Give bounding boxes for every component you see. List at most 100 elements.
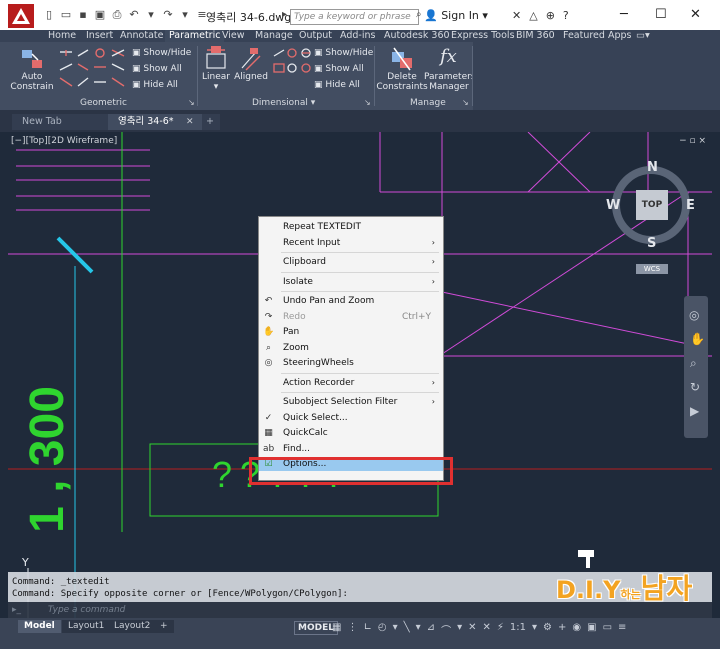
tab-bim-360[interactable]: BIM 360 [516, 30, 555, 42]
tab-add-ins[interactable]: Add-ins [340, 30, 375, 42]
panel-expand-icon[interactable]: ↘ [462, 98, 469, 107]
menu-item-clipboard[interactable]: Clipboard › [259, 255, 443, 269]
auto-constrain-icon[interactable] [20, 46, 46, 72]
app-menu-button[interactable] [8, 4, 34, 28]
polar-icon[interactable]: ◴ [378, 622, 387, 637]
tab-featured-apps[interactable]: Featured Apps [563, 30, 631, 42]
ortho-icon[interactable]: ∟ [363, 622, 371, 637]
search-input[interactable]: Type a keyword or phrase [290, 9, 419, 25]
save-icon[interactable]: ▪ [76, 8, 90, 22]
close-button[interactable]: ✕ [690, 7, 701, 22]
dimensional-show-all-button[interactable]: ▣ Show All [314, 64, 364, 74]
compass-south[interactable]: S [647, 236, 656, 251]
compass-west[interactable]: W [606, 198, 620, 213]
grid-icon[interactable]: ▦ [332, 622, 341, 637]
viewport-controls[interactable]: [−][Top][2D Wireframe] [11, 136, 117, 146]
sign-in-button[interactable]: 👤 Sign In ▾ [424, 9, 488, 22]
chevron-down-icon[interactable]: ▾ [393, 622, 398, 637]
tab-output[interactable]: Output [299, 30, 332, 42]
ribbon-options-icon[interactable]: ▭▾ [636, 30, 650, 42]
geometric-show-all-button[interactable]: ▣ Show All [132, 64, 182, 74]
osnap-icon[interactable]: ╲ [404, 622, 410, 637]
minimize-button[interactable]: ─ [620, 7, 628, 22]
undo-dropdown-icon[interactable]: ▾ [144, 8, 158, 22]
menu-item-repeat-textedit[interactable]: Repeat TEXTEDIT [259, 220, 443, 234]
redo-dropdown-icon[interactable]: ▾ [178, 8, 192, 22]
clean-screen-icon[interactable]: ▭ [603, 622, 612, 637]
a360-icon[interactable]: △ [529, 9, 537, 22]
search-icon[interactable]: ⌕ [416, 9, 422, 20]
annotation-visibility-icon[interactable]: ✕ [468, 622, 476, 637]
annotation-scale-icon[interactable]: ⚡ [497, 622, 504, 637]
tab-model[interactable]: Model [18, 620, 61, 633]
panel-expand-icon[interactable]: ↘ [188, 98, 195, 107]
redo-icon[interactable]: ↷ [161, 8, 175, 22]
stay-connected-icon[interactable]: ⊕ [546, 9, 555, 22]
aligned-dimension-icon[interactable] [240, 46, 262, 72]
exchange-icon[interactable]: ✕ [512, 9, 521, 22]
customize-icon[interactable]: ≡ [618, 622, 626, 637]
tab-manage[interactable]: Manage [255, 30, 293, 42]
menu-item-subobject-selection-filter[interactable]: Subobject Selection Filter › [259, 395, 443, 409]
aligned-label[interactable]: Aligned [234, 72, 268, 82]
autoscale-icon[interactable]: ✕ [482, 622, 490, 637]
chevron-down-icon[interactable]: ▾ [416, 622, 421, 637]
menu-item-recent-input[interactable]: Recent Input › [259, 236, 443, 250]
linear-dimension-icon[interactable] [205, 46, 227, 72]
parameters-manager-label[interactable]: Parameters Manager [424, 72, 476, 92]
isolate-objects-icon[interactable]: ▣ [587, 622, 596, 637]
isodraft-icon[interactable]: ⊿ [427, 622, 435, 637]
hardware-acceleration-icon[interactable]: ◉ [572, 622, 581, 637]
dimensional-hide-all-button[interactable]: ▣ Hide All [314, 80, 360, 90]
new-icon[interactable]: ▯ [42, 8, 56, 22]
tab-annotate[interactable]: Annotate [120, 30, 163, 42]
menu-item-quick-select[interactable]: ✓ Quick Select... [259, 411, 443, 425]
scale-value[interactable]: 1:1 [510, 622, 526, 637]
geometric-hide-all-button[interactable]: ▣ Hide All [132, 80, 178, 90]
gear-icon[interactable]: ⚙ [543, 622, 552, 637]
tab-autodesk-360[interactable]: Autodesk 360 [384, 30, 450, 42]
panel-expand-icon[interactable]: ↘ [364, 98, 371, 107]
menu-item-zoom[interactable]: ⌕ Zoom [259, 341, 443, 355]
pan-icon[interactable]: ✋ [690, 332, 705, 346]
dimensional-show-hide-button[interactable]: ▣ Show/Hide [314, 48, 373, 58]
delete-constraints-icon[interactable] [390, 46, 414, 72]
tab-insert[interactable]: Insert [86, 30, 113, 42]
dimension-text[interactable]: 1 , 300 [20, 386, 75, 533]
linear-label[interactable]: Linear [200, 72, 232, 82]
compass-east[interactable]: E [686, 198, 695, 213]
compass-north[interactable]: N [647, 160, 658, 175]
menu-item-isolate[interactable]: Isolate › [259, 275, 443, 289]
menu-item-find[interactable]: ab Find... [259, 442, 443, 456]
new-tab-button[interactable]: + [202, 114, 220, 130]
plus-icon[interactable]: + [558, 622, 566, 637]
tab-layout1[interactable]: Layout1 [62, 620, 111, 633]
tab-view[interactable]: View [222, 30, 245, 42]
steeringwheel-icon[interactable]: ◎ [689, 308, 699, 322]
showmotion-icon[interactable]: ▶ [690, 404, 699, 418]
chevron-down-icon[interactable]: ▾ [532, 622, 537, 637]
save-as-icon[interactable]: ▣ [93, 8, 107, 22]
geometric-show-hide-button[interactable]: ▣ Show/Hide [132, 48, 191, 58]
zoom-icon[interactable]: ⌕ [690, 356, 697, 371]
linear-dropdown-icon[interactable]: ▾ [210, 82, 222, 92]
delete-constraints-label[interactable]: Delete Constraints [376, 72, 428, 92]
orbit-icon[interactable]: ↻ [690, 380, 700, 394]
open-icon[interactable]: ▭ [59, 8, 73, 22]
dimensional-panel-title[interactable]: Dimensional ▾ [252, 98, 315, 108]
wcs-menu[interactable]: WCS [636, 264, 668, 274]
tab-arrow-icon[interactable]: ▸ [282, 9, 287, 20]
menu-item-action-recorder[interactable]: Action Recorder › [259, 376, 443, 390]
print-icon[interactable]: ⎙ [110, 8, 124, 22]
help-icon[interactable]: ? [563, 9, 569, 22]
auto-constrain-label[interactable]: Auto Constrain [10, 72, 54, 92]
viewport-window-buttons[interactable]: − ▫ × [679, 136, 706, 146]
file-tab-new[interactable]: New Tab [12, 114, 112, 130]
ucs-icon[interactable]: ⌒ [441, 622, 451, 637]
chevron-down-icon[interactable]: ▾ [457, 622, 462, 637]
parameters-manager-icon[interactable]: fx [440, 46, 457, 67]
menu-item-undo-pan-and-zoom[interactable]: ↶ Undo Pan and Zoom [259, 294, 443, 308]
menu-item-pan[interactable]: ✋ Pan [259, 325, 443, 339]
tab-express-tools[interactable]: Express Tools [451, 30, 515, 42]
viewcube-top[interactable]: TOP [636, 190, 668, 220]
